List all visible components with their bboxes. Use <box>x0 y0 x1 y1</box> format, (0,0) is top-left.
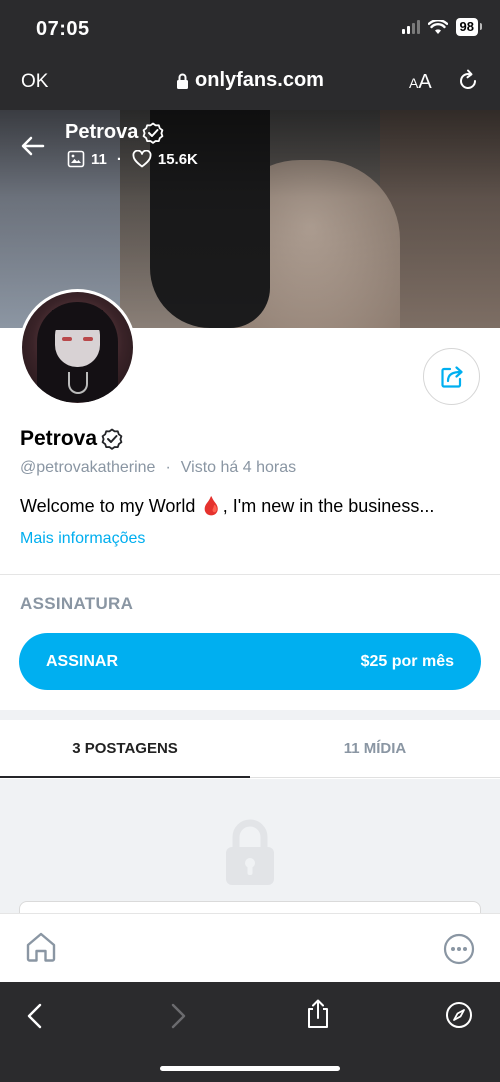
compass-icon[interactable] <box>445 1001 473 1029</box>
verified-badge-icon <box>101 428 123 450</box>
avatar[interactable] <box>19 289 136 406</box>
profile-name: Petrova <box>20 427 123 451</box>
back-arrow-icon[interactable] <box>20 133 46 159</box>
browser-address-bar: OK onlyfans.com AA <box>0 55 500 110</box>
lock-icon <box>177 73 189 89</box>
post-card[interactable] <box>19 901 481 913</box>
wifi-icon <box>427 19 448 34</box>
home-icon[interactable] <box>24 930 58 964</box>
subscribe-label: ASSINAR <box>46 652 119 670</box>
url-text: onlyfans.com <box>195 69 324 91</box>
locked-content-icon <box>226 819 274 885</box>
subscribe-price: $25 por mês <box>360 652 454 670</box>
stats-separator: · <box>116 150 122 168</box>
meta-separator: · <box>165 459 171 476</box>
bottom-navigation <box>0 913 500 982</box>
browser-toolbar <box>0 982 500 1082</box>
username: @petrovakatherine <box>20 459 156 476</box>
tab-posts[interactable]: 3 POSTAGENS <box>0 720 250 778</box>
share-icon <box>440 365 463 388</box>
cover-stats: 11 · 15.6K <box>67 150 198 168</box>
more-info-link[interactable]: Mais informações <box>20 530 145 548</box>
divider <box>0 574 500 575</box>
tab-media[interactable]: 11 MÍDIA <box>250 720 500 777</box>
content-tabs: 3 POSTAGENS 11 MÍDIA <box>0 720 500 778</box>
status-time: 07:05 <box>36 18 90 40</box>
cellular-signal-icon <box>401 20 420 34</box>
status-icons: 98 <box>401 18 483 36</box>
back-icon[interactable] <box>24 1002 46 1030</box>
share-profile-button[interactable] <box>423 348 480 405</box>
image-icon <box>67 150 85 168</box>
cover-name: Petrova <box>65 121 164 144</box>
posts-feed <box>0 779 500 913</box>
photos-count: 11 <box>91 150 107 168</box>
verified-badge-icon <box>143 122 164 144</box>
profile-meta: @petrovakatherine · Visto há 4 horas <box>20 459 296 477</box>
status-bar: 07:05 98 <box>0 0 500 55</box>
text-size-button[interactable]: AA <box>409 71 432 94</box>
profile-bio: Welcome to my World 🩸, I'm new in the bu… <box>20 496 435 516</box>
last-seen: Visto há 4 horas <box>180 459 297 476</box>
reload-icon[interactable] <box>455 68 481 94</box>
likes-count: 15.6K <box>157 150 198 168</box>
more-options-icon[interactable] <box>443 933 475 965</box>
subscribe-button[interactable]: ASSINAR $25 por mês <box>19 633 481 690</box>
section-separator <box>0 710 500 720</box>
battery-indicator: 98 <box>455 18 483 36</box>
subscription-title: ASSINATURA <box>20 594 134 613</box>
share-icon[interactable] <box>305 998 331 1030</box>
heart-icon <box>132 150 152 168</box>
forward-icon[interactable] <box>167 1002 189 1030</box>
home-indicator <box>160 1066 340 1071</box>
